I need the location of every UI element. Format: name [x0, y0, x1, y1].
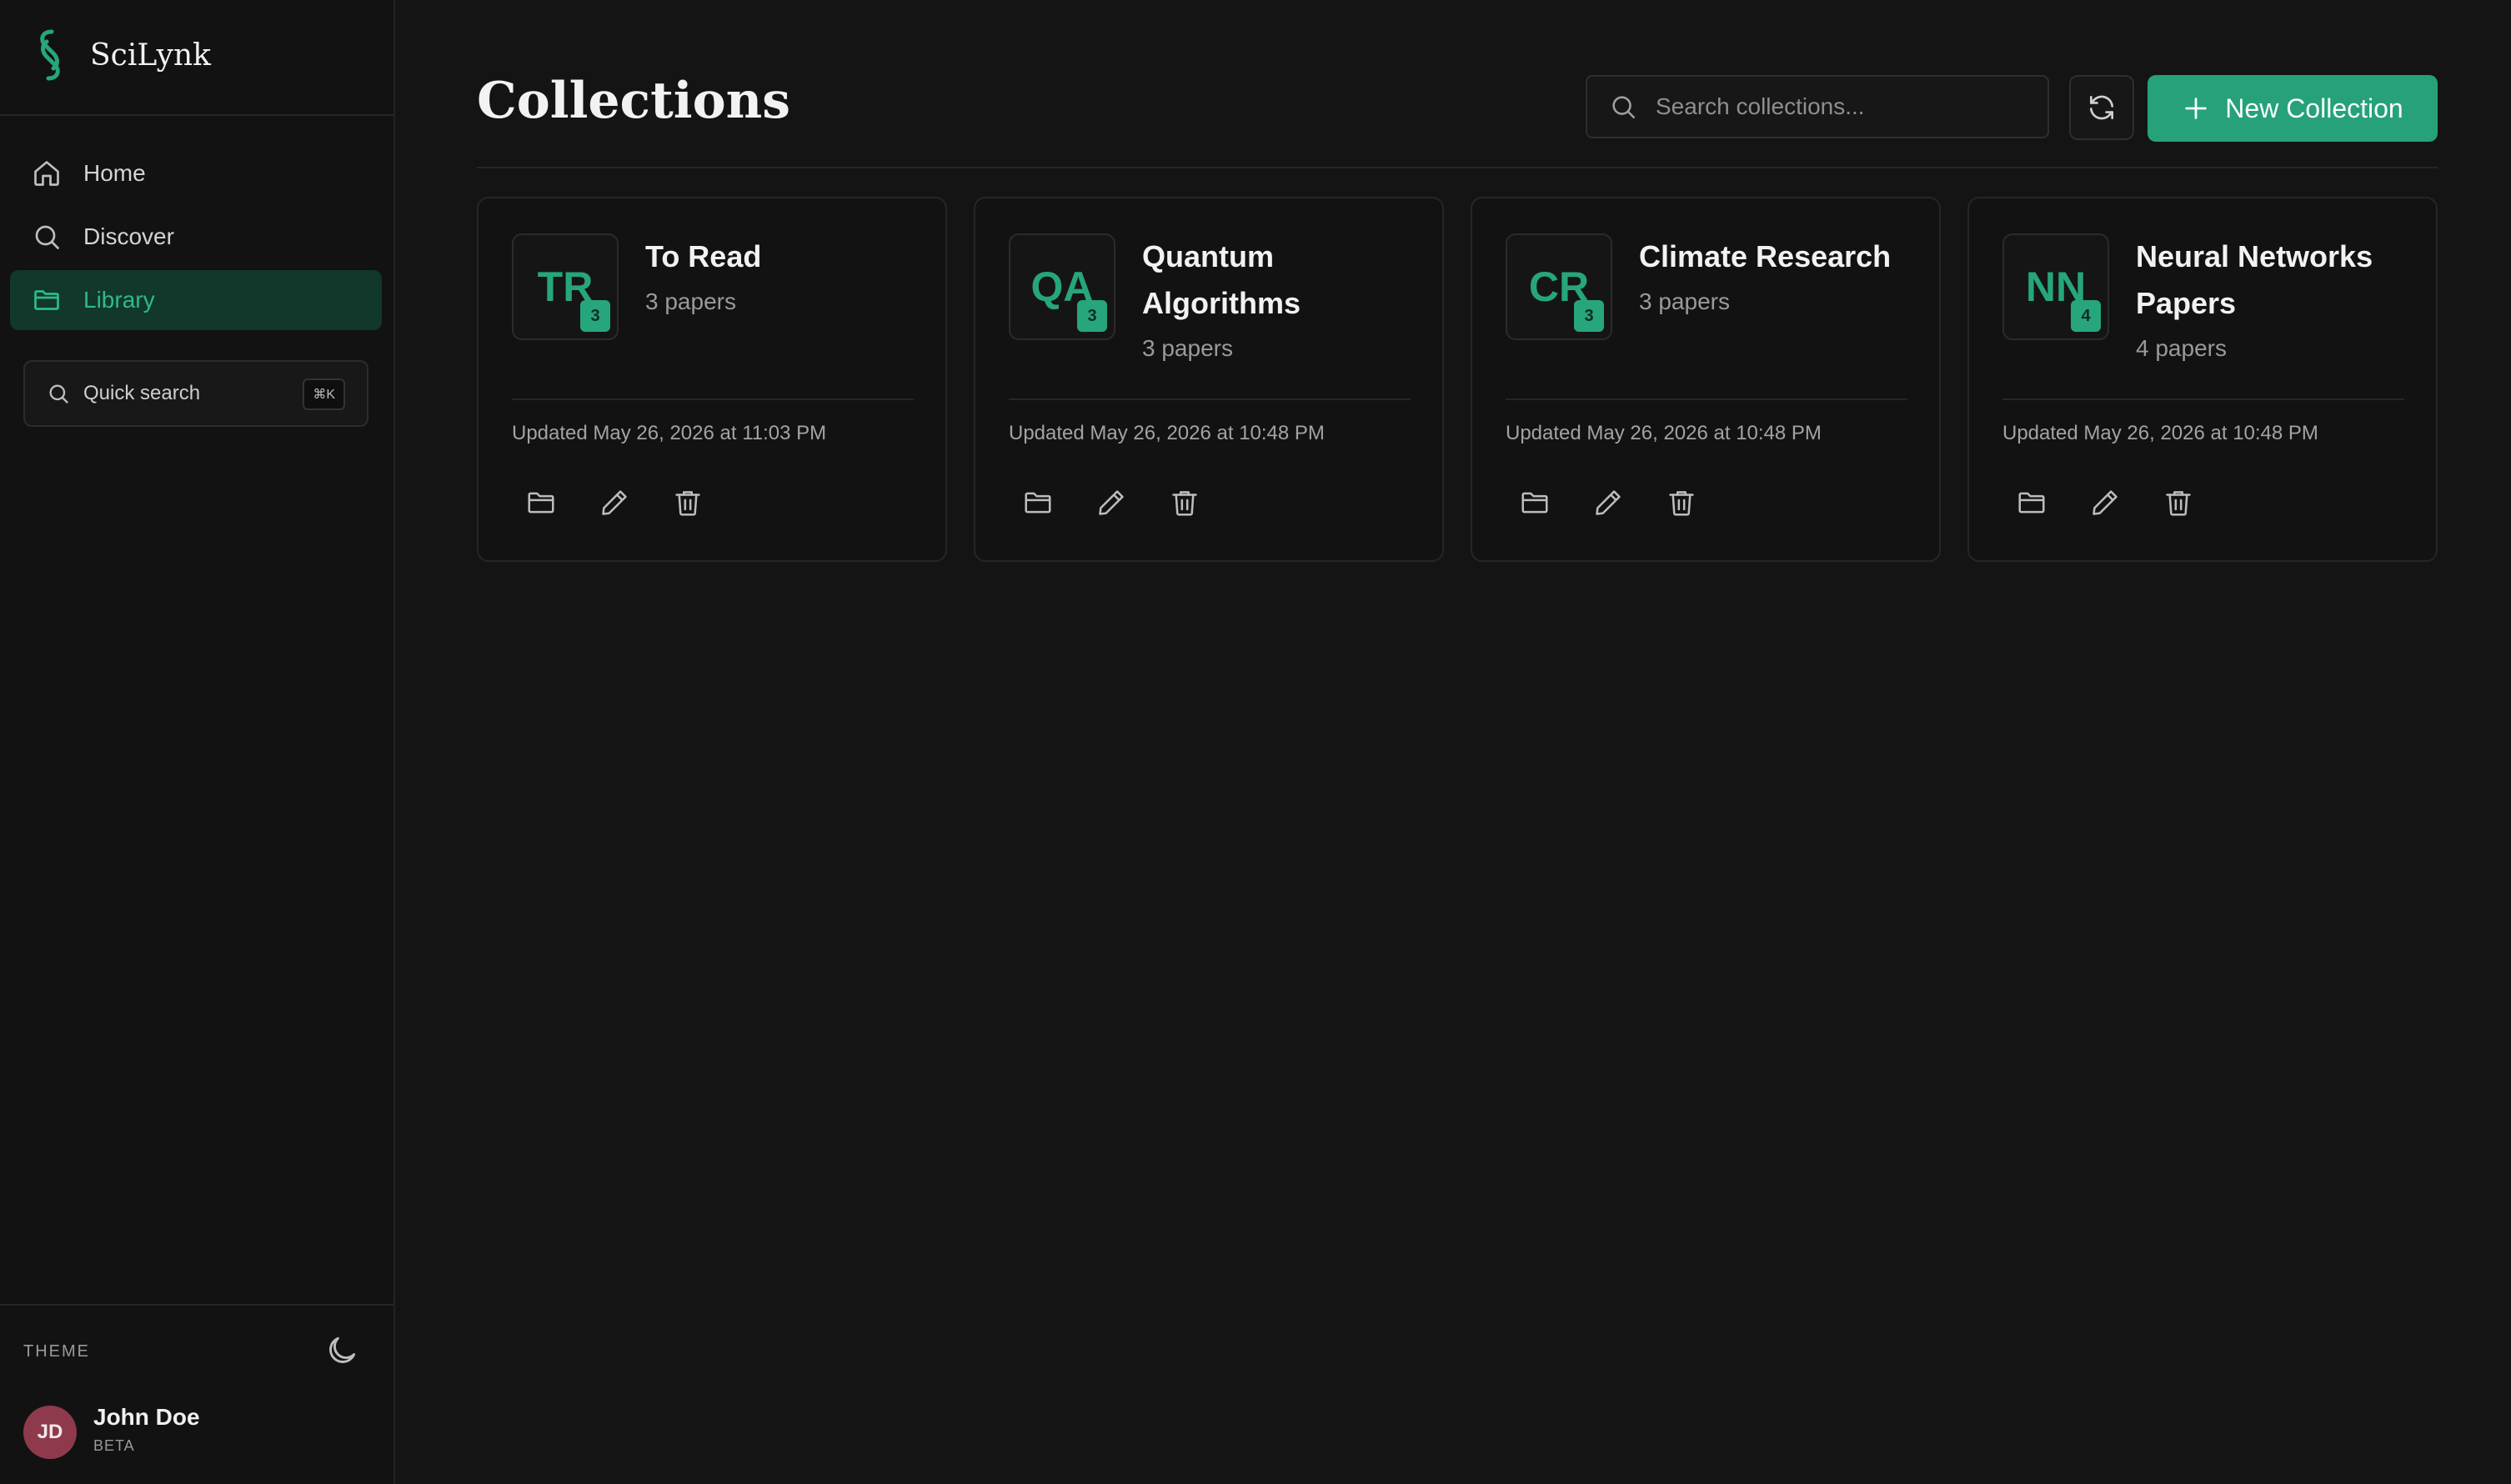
brand-name: SciLynk	[90, 38, 211, 73]
sidebar-item-label: Home	[83, 160, 146, 186]
paper-count-badge: 3	[1077, 300, 1107, 332]
theme-label: THEME	[23, 1342, 90, 1361]
sidebar-item-label: Library	[83, 287, 155, 313]
collection-title[interactable]: Climate Research	[1639, 233, 1922, 280]
delete-collection-button[interactable]	[2156, 480, 2201, 525]
collection-title[interactable]: To Read	[645, 233, 929, 280]
collection-card[interactable]: TR 3 To Read 3 papers Updated May 26, 20…	[477, 197, 947, 562]
folder-open-icon	[2018, 492, 2045, 514]
card-divider	[512, 399, 914, 400]
collection-title[interactable]: Quantum Algorithms	[1142, 233, 1426, 327]
pencil-icon	[1596, 490, 1621, 515]
sidebar-item-library[interactable]: Library	[10, 270, 382, 330]
collection-avatar: CR 3	[1506, 233, 1612, 340]
search-icon	[1612, 96, 1636, 119]
trash-icon	[1669, 491, 1694, 516]
quick-search-label: Quick search	[83, 382, 201, 404]
card-actions	[1015, 480, 1235, 525]
delete-collection-button[interactable]	[665, 480, 710, 525]
refresh-button[interactable]	[2069, 75, 2134, 140]
brand[interactable]: SciLynk	[33, 27, 211, 83]
folder-icon	[34, 290, 59, 310]
card-divider	[1009, 399, 1411, 400]
trash-icon	[1172, 491, 1197, 516]
edit-collection-button[interactable]	[2082, 480, 2128, 525]
pencil-icon	[2092, 490, 2118, 515]
paper-count-badge: 3	[1574, 300, 1604, 332]
folder-open-icon	[528, 492, 554, 514]
collection-paper-count: 4 papers	[2136, 335, 2227, 361]
collection-avatar: TR 3	[512, 233, 619, 340]
edit-collection-button[interactable]	[1089, 480, 1134, 525]
trash-icon	[2166, 491, 2191, 516]
collection-paper-count: 3 papers	[645, 288, 736, 314]
paper-count-badge: 4	[2071, 300, 2101, 332]
search-icon	[35, 225, 59, 249]
open-collection-button[interactable]	[1015, 480, 1060, 525]
collection-avatar: QA 3	[1009, 233, 1115, 340]
user-name[interactable]: John Doe	[93, 1404, 200, 1431]
refresh-icon	[2089, 95, 2114, 120]
pencil-icon	[1099, 490, 1124, 515]
sidebar-bottom-divider	[0, 1304, 393, 1306]
user-tag: BETA	[93, 1437, 135, 1454]
delete-collection-button[interactable]	[1162, 480, 1207, 525]
card-actions	[2009, 480, 2229, 525]
open-collection-button[interactable]	[2009, 480, 2054, 525]
card-divider	[2002, 399, 2404, 400]
shortcut-badge: ⌘K	[303, 379, 345, 410]
card-actions	[1512, 480, 1732, 525]
trash-icon	[675, 491, 700, 516]
collection-updated: Updated May 26, 2026 at 10:48 PM	[2002, 422, 2318, 444]
search-collections[interactable]	[1586, 75, 2049, 138]
folder-open-icon	[1521, 492, 1548, 514]
sidebar: SciLynk Home Discover Library Quick sear…	[0, 0, 395, 1484]
collection-updated: Updated May 26, 2026 at 11:03 PM	[512, 422, 827, 444]
open-collection-button[interactable]	[1512, 480, 1557, 525]
header-divider	[477, 167, 2438, 168]
open-collection-button[interactable]	[519, 480, 564, 525]
new-collection-button[interactable]: New Collection	[2148, 75, 2438, 142]
scilynk-logo-icon	[40, 29, 60, 81]
collection-card[interactable]: CR 3 Climate Research 3 papers Updated M…	[1471, 197, 1941, 562]
sidebar-divider	[0, 114, 393, 116]
sidebar-item-label: Discover	[83, 223, 174, 249]
collection-card[interactable]: QA 3 Quantum Algorithms 3 papers Updated…	[974, 197, 1444, 562]
avatar[interactable]: JD	[23, 1406, 77, 1459]
search-icon	[49, 384, 68, 404]
paper-count-badge: 3	[580, 300, 610, 332]
search-input[interactable]	[1656, 93, 2047, 120]
sidebar-item-home[interactable]: Home	[10, 143, 382, 203]
quick-search-button[interactable]: Quick search ⌘K	[23, 360, 368, 427]
folder-open-icon	[1025, 492, 1051, 514]
delete-collection-button[interactable]	[1659, 480, 1704, 525]
collection-title[interactable]: Neural Networks Papers	[2136, 233, 2419, 327]
moon-icon	[329, 1336, 356, 1363]
sidebar-item-discover[interactable]: Discover	[10, 207, 382, 267]
home-icon	[34, 161, 59, 186]
new-collection-label: New Collection	[2225, 93, 2403, 123]
collection-card[interactable]: NN 4 Neural Networks Papers 4 papers Upd…	[1967, 197, 2438, 562]
edit-collection-button[interactable]	[1586, 480, 1631, 525]
plus-icon	[2185, 98, 2208, 119]
pencil-icon	[602, 490, 627, 515]
collection-updated: Updated May 26, 2026 at 10:48 PM	[1009, 422, 1325, 444]
collection-paper-count: 3 papers	[1639, 288, 1730, 314]
page-title: Collections	[477, 72, 790, 130]
collection-avatar: NN 4	[2002, 233, 2109, 340]
card-divider	[1506, 399, 1907, 400]
app-root: SciLynk Home Discover Library Quick sear…	[0, 0, 2511, 1484]
collection-updated: Updated May 26, 2026 at 10:48 PM	[1506, 422, 1822, 444]
theme-toggle-button[interactable]	[323, 1332, 360, 1369]
card-actions	[519, 480, 739, 525]
collection-paper-count: 3 papers	[1142, 335, 1233, 361]
edit-collection-button[interactable]	[592, 480, 637, 525]
